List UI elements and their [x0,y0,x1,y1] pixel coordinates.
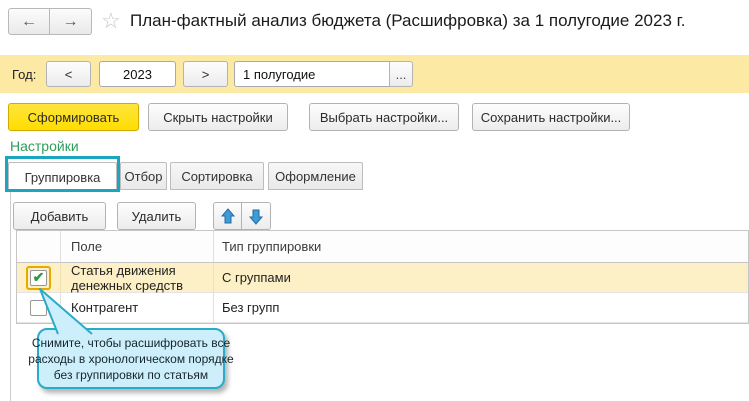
history-nav: ← → [8,8,92,35]
row2-type[interactable]: Без групп [214,293,748,322]
period-picker-button[interactable]: ... [389,61,413,87]
tab-sorting[interactable]: Сортировка [170,162,264,190]
hide-settings-button[interactable]: Скрыть настройки [148,103,288,131]
header-checkbox-column [17,231,61,262]
header-type-column: Тип группировки [222,239,322,254]
forward-arrow-icon: → [62,12,79,30]
settings-header: Настройки [10,138,79,154]
callout-line: расходы в хронологическом порядке [28,351,234,366]
annotation-callout: Снимите, чтобы расшифровать все расходы … [28,328,234,389]
choose-settings-button[interactable]: Выбрать настройки... [309,103,459,131]
next-year-button[interactable]: > [183,61,228,87]
save-settings-button[interactable]: Сохранить настройки... [472,103,630,131]
move-up-button[interactable] [213,202,242,230]
add-button[interactable]: Добавить [13,202,106,230]
tab-appearance[interactable]: Оформление [268,162,363,190]
generate-button[interactable]: Сформировать [8,103,139,131]
tab-filter[interactable]: Отбор [120,162,167,190]
year-label: Год: [12,67,37,82]
grouping-tab-highlight-box [5,156,120,192]
grouping-table: Поле Тип группировки ✔ Статья движения д… [16,230,749,324]
callout-line: Снимите, чтобы расшифровать все [31,335,231,350]
table-row[interactable]: ✔ Статья движения денежных средств С гру… [17,263,748,293]
header-field-column: Поле [61,231,214,262]
report-window: ← → ☆ План-фактный анализ бюджета (Расши… [0,0,749,401]
callout-tail-pointer [39,288,93,335]
callout-line: без группировки по статьям [53,367,209,382]
page-title: План-фактный анализ бюджета (Расшифровка… [130,11,686,30]
forward-button[interactable]: → [50,8,92,35]
back-button[interactable]: ← [8,8,50,35]
period-bar: Год: < 2023 > 1 полугодие ... [0,55,749,93]
table-row[interactable]: Контрагент Без групп [17,293,748,323]
prev-year-button[interactable]: < [46,61,91,87]
checkbox-focus-ring: ✔ [26,265,51,290]
move-down-button[interactable] [242,202,271,230]
period-input[interactable]: 1 полугодие [234,61,390,87]
tab-page-left-border [10,192,11,401]
move-up-icon [220,207,235,223]
check-icon: ✔ [32,268,45,285]
back-arrow-icon: ← [21,12,37,30]
favorite-star-icon[interactable]: ☆ [101,10,121,32]
year-input[interactable]: 2023 [99,61,176,87]
row1-checkbox-checked[interactable]: ✔ [30,268,47,286]
move-buttons [213,202,271,230]
remove-button[interactable]: Удалить [117,202,196,230]
table-header-row: Поле Тип группировки [17,231,748,263]
move-down-icon [248,209,264,225]
row1-type[interactable]: С группами [214,263,748,292]
